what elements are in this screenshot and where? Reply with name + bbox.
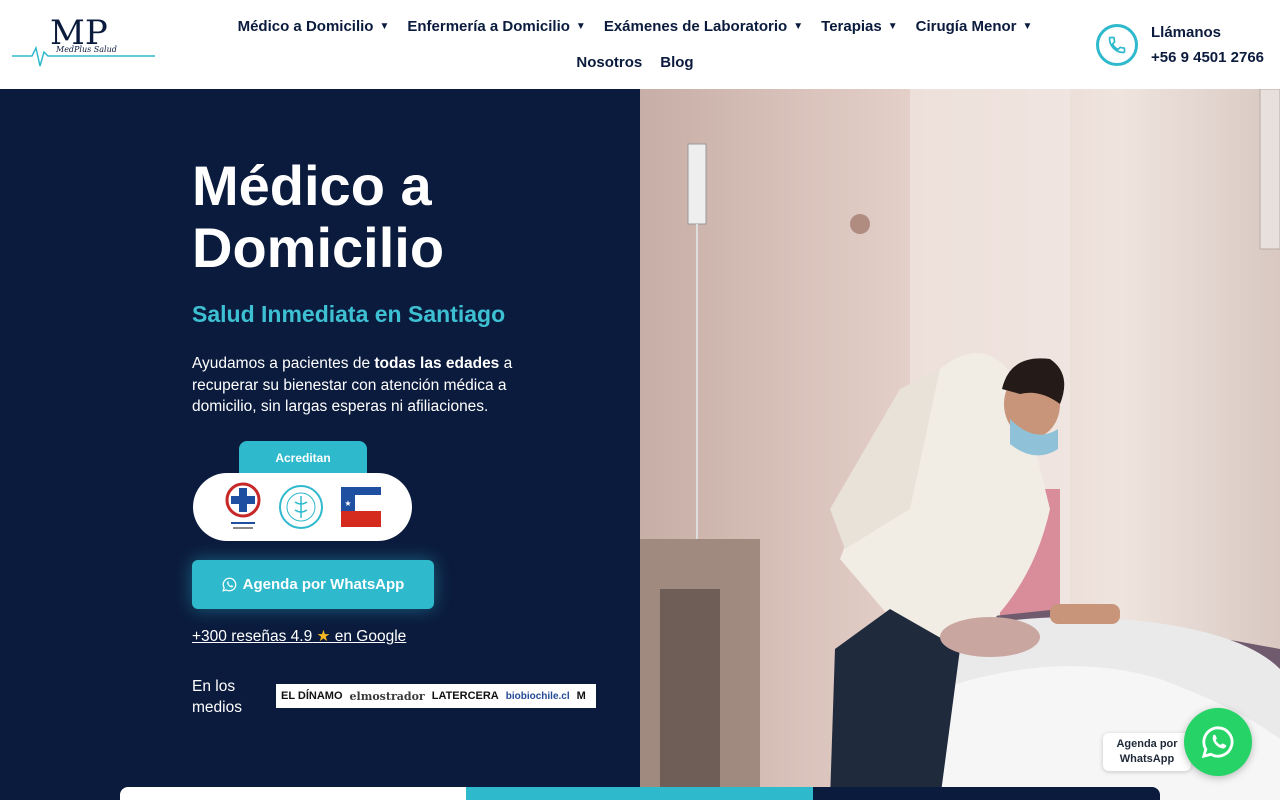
gobierno-de-chile-logo: ★ <box>340 487 381 527</box>
reviews-text: en Google <box>330 628 407 645</box>
nav-enfermeria-a-domicilio[interactable]: Enfermería a Domicilio ▼ <box>407 18 585 35</box>
nav-label: Exámenes de Laboratorio <box>603 17 788 35</box>
colegio-medico-logo <box>225 482 260 529</box>
hero-text-panel: Médico a Domicilio Salud Inmediata en Sa… <box>0 89 640 800</box>
whatsapp-icon <box>222 577 236 592</box>
whatsapp-float-button[interactable] <box>1184 708 1252 776</box>
nav-examenes-de-laboratorio[interactable]: Exámenes de Laboratorio ▼ <box>604 18 803 35</box>
media-logos: EL DÍNAMO elmostrador LATERCERA biobioch… <box>276 684 596 708</box>
caret-down-icon: ▼ <box>575 20 586 32</box>
nav-label: Blog <box>660 53 694 71</box>
accredit-label: Acreditan <box>239 441 367 475</box>
nav-nosotros[interactable]: Nosotros <box>576 54 642 71</box>
whatsapp-button-label: Agenda por WhatsApp <box>242 576 405 593</box>
nav-medico-a-domicilio[interactable]: Médico a Domicilio ▼ <box>238 18 390 35</box>
media-logo-eldinamo[interactable]: EL DÍNAMO <box>281 690 343 702</box>
nav-row-2: Nosotros Blog <box>210 44 1060 80</box>
nav-label: Terapias <box>821 17 882 35</box>
feature-tab-1[interactable] <box>120 787 466 800</box>
nav-row-1: Médico a Domicilio ▼ Enfermería a Domicil… <box>210 8 1060 44</box>
nav-cirugia-menor[interactable]: Cirugía Menor ▼ <box>916 18 1033 35</box>
sociedad-logo <box>278 485 323 529</box>
reviews-text: +300 reseñas 4.9 <box>192 628 313 645</box>
site-header: MP MedPlus Salud Médico a Domicilio ▼ Enf… <box>0 0 1280 89</box>
caret-down-icon: ▼ <box>379 20 390 32</box>
feature-tab-3[interactable] <box>813 787 1160 800</box>
desc-bold: todas las edades <box>374 355 500 372</box>
main-nav: Médico a Domicilio ▼ Enfermería a Domicil… <box>210 8 1060 80</box>
call-label: Llámanos <box>1151 24 1222 41</box>
whatsapp-cta-button[interactable]: Agenda por WhatsApp <box>192 560 434 609</box>
phone-icon <box>1096 24 1138 66</box>
call-number[interactable]: +56 9 4501 2766 <box>1151 49 1264 66</box>
star-icon: ★ <box>316 628 331 645</box>
caret-down-icon: ▼ <box>1022 20 1033 32</box>
hero-photo <box>640 89 1280 800</box>
media-label: En los medios <box>192 678 242 716</box>
page-title: Médico a Domicilio <box>192 154 445 279</box>
hero-description: Ayudamos a pacientes de todas las edades… <box>192 353 542 418</box>
feature-tab-2[interactable] <box>466 787 813 800</box>
whatsapp-icon <box>1201 726 1234 759</box>
desc-text: Ayudamos a pacientes de <box>192 355 375 372</box>
nav-label: Cirugía Menor <box>915 17 1017 35</box>
media-logo-elmostrador[interactable]: elmostrador <box>350 690 425 703</box>
call-block[interactable]: Llámanos +56 9 4501 2766 <box>1096 22 1276 68</box>
hero-subtitle: Salud Inmediata en Santiago <box>192 301 506 327</box>
logo[interactable]: MP MedPlus Salud <box>10 12 158 72</box>
media-logo-mega[interactable]: M <box>577 690 586 702</box>
doctor-visit-image <box>640 89 1280 800</box>
media-logo-biobiochile[interactable]: biobiochile.cl <box>506 691 570 702</box>
nav-label: Enfermería a Domicilio <box>407 17 570 35</box>
logo-tagline: MedPlus Salud <box>55 45 117 54</box>
nav-terapias[interactable]: Terapias ▼ <box>821 18 898 35</box>
nav-blog[interactable]: Blog <box>660 54 693 71</box>
svg-text:★: ★ <box>344 499 351 508</box>
feature-tabs-bar <box>120 787 1160 800</box>
google-reviews-link[interactable]: +300 reseñas 4.9 ★ en Google <box>192 627 406 646</box>
whatsapp-float-label[interactable]: Agenda por WhatsApp <box>1103 733 1191 771</box>
nav-label: Médico a Domicilio <box>237 17 374 35</box>
caret-down-icon: ▼ <box>887 20 898 32</box>
accreditation-logos: ★ <box>193 473 412 541</box>
caret-down-icon: ▼ <box>793 20 804 32</box>
nav-label: Nosotros <box>576 53 643 71</box>
media-logo-latercera[interactable]: LATERCERA <box>432 690 499 702</box>
